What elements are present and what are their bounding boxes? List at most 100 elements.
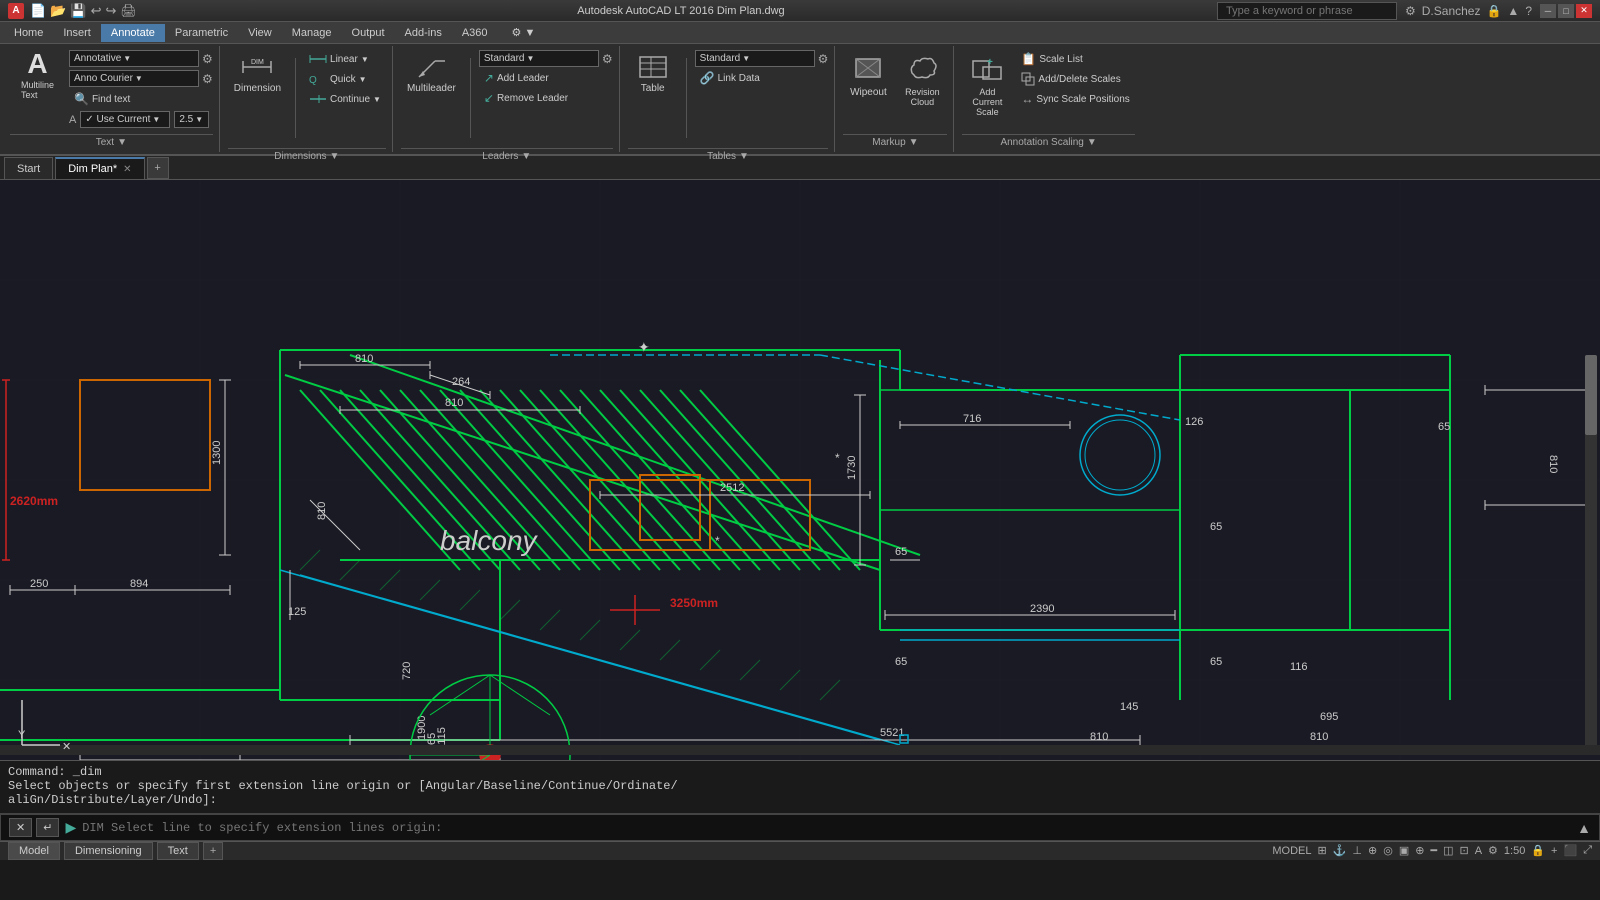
table-label: Table <box>641 83 665 94</box>
menubar: Home Insert Annotate Parametric View Man… <box>0 22 1600 44</box>
wipeout-button[interactable]: Wipeout <box>843 50 893 101</box>
snap-icon[interactable]: ⚓ <box>1333 844 1347 857</box>
wipeout-icon <box>852 53 884 85</box>
transparency-icon[interactable]: ◫ <box>1443 844 1453 857</box>
add-current-scale-button[interactable]: + AddCurrentScale <box>962 50 1012 120</box>
search-input[interactable] <box>1217 2 1397 20</box>
continue-button[interactable]: Continue ▼ <box>304 90 386 108</box>
close-button[interactable]: ✕ <box>1576 4 1592 18</box>
quick-button[interactable]: Q Quick ▼ <box>304 70 386 88</box>
style-dropdown[interactable]: Annotative ▼ <box>69 50 199 67</box>
link-data-button[interactable]: 🔗 Link Data <box>695 69 829 87</box>
dimensions-group-label[interactable]: Dimensions ▼ <box>228 148 386 164</box>
annotation-scaling-group-label[interactable]: Annotation Scaling ▼ <box>962 134 1134 150</box>
table-button[interactable]: Table <box>628 50 678 97</box>
plus-icon[interactable]: + <box>1551 845 1557 857</box>
print-icon[interactable]: 🖨 <box>120 3 137 19</box>
select-icon[interactable]: ⊡ <box>1459 844 1468 857</box>
command-text-input[interactable] <box>82 821 1571 835</box>
dwf-icon[interactable]: ⊕ <box>1415 844 1424 857</box>
linear-button[interactable]: Linear ▼ <box>304 50 386 68</box>
drawing-canvas[interactable]: 810 264 810 716 2512 1730 1300 810 250 8… <box>0 180 1600 760</box>
scale-list-button[interactable]: 📋 Scale List <box>1016 50 1134 68</box>
leaders-options-col: Standard ▼ ⚙ ↗ Add Leader ↙ Remove Leade… <box>479 50 613 107</box>
open-icon[interactable]: 📂 <box>50 3 66 19</box>
dimension-button[interactable]: DIM Dimension <box>228 50 287 97</box>
cmd-enter-button[interactable]: ↵ <box>36 818 59 837</box>
menu-addins[interactable]: Add-ins <box>395 24 452 42</box>
add-leader-button[interactable]: ↗ Add Leader <box>479 69 613 87</box>
dimensioning-tab[interactable]: Dimensioning <box>64 842 153 860</box>
menu-insert[interactable]: Insert <box>53 24 101 42</box>
cmd-cancel-button[interactable]: ✕ <box>9 818 32 837</box>
tab-dim-plan[interactable]: Dim Plan* ✕ <box>55 157 144 179</box>
new-icon[interactable]: 📄 <box>30 3 46 19</box>
lineweight-icon[interactable]: ━ <box>1430 844 1437 857</box>
leaders-group-label[interactable]: Leaders ▼ <box>401 148 613 164</box>
menu-a360[interactable]: A360 <box>452 24 498 42</box>
workspace-icon[interactable]: ⚙ <box>1488 844 1498 857</box>
3d-icon[interactable]: ▣ <box>1399 844 1409 857</box>
font-config-icon[interactable]: ⚙ <box>202 72 213 86</box>
ortho-icon[interactable]: ⊥ <box>1352 844 1362 857</box>
add-tab-button[interactable]: + <box>203 842 223 860</box>
redo-icon[interactable]: ↪ <box>105 3 116 19</box>
text-tab[interactable]: Text <box>157 842 199 860</box>
add-delete-scales-button[interactable]: Add/Delete Scales <box>1016 70 1134 88</box>
font-dropdown[interactable]: Anno Courier ▼ <box>69 70 199 87</box>
menu-parametric[interactable]: Parametric <box>165 24 238 42</box>
menu-annotate[interactable]: Annotate <box>101 24 165 42</box>
svg-text:+: + <box>987 57 993 68</box>
lock-icon[interactable]: 🔒 <box>1531 844 1545 857</box>
quick-access-toolbar: 📄 📂 💾 ↩ ↪ 🖨 <box>30 3 137 19</box>
model-tab[interactable]: Model <box>8 842 60 860</box>
continue-label: Continue <box>330 94 370 105</box>
hardware-icon[interactable]: ⬛ <box>1563 844 1577 857</box>
style-config-icon[interactable]: ⚙ <box>202 52 213 66</box>
table-config-icon[interactable]: ⚙ <box>818 52 829 66</box>
fullscreen-icon[interactable]: ⤢ <box>1583 844 1592 857</box>
menu-home[interactable]: Home <box>4 24 53 42</box>
maximize-button[interactable]: □ <box>1558 4 1574 18</box>
text-group-label[interactable]: Text ▼ <box>10 134 213 150</box>
save-icon[interactable]: 💾 <box>70 3 86 19</box>
undo-icon[interactable]: ↩ <box>91 3 102 19</box>
text-size-box[interactable]: 2.5 ▼ <box>174 111 209 128</box>
multileader-button[interactable]: Multileader <box>401 50 462 97</box>
tables-group-label[interactable]: Tables ▼ <box>628 148 829 164</box>
revision-cloud-button[interactable]: RevisionCloud <box>897 50 947 110</box>
menu-output[interactable]: Output <box>342 24 395 42</box>
menu-manage[interactable]: Manage <box>282 24 342 42</box>
quick-arrow: ▼ <box>359 75 367 84</box>
use-current-dropdown[interactable]: ✓ Use Current ▼ <box>80 111 170 128</box>
tab-add-button[interactable]: + <box>147 157 169 179</box>
leader-style-dropdown[interactable]: Standard ▼ <box>479 50 599 67</box>
svg-text:*: * <box>715 534 720 548</box>
svg-text:*: * <box>835 451 840 465</box>
polar-icon[interactable]: ⊕ <box>1368 844 1377 857</box>
minimize-button[interactable]: ─ <box>1540 4 1556 18</box>
multiline-text-label: MultilineText <box>21 80 54 100</box>
text-group-expand-icon: ▼ <box>117 137 127 148</box>
command-expand-icon[interactable]: ▲ <box>1577 820 1591 836</box>
markup-group-label[interactable]: Markup ▼ <box>843 134 947 150</box>
svg-text:716: 716 <box>963 413 981 425</box>
remove-leader-button[interactable]: ↙ Remove Leader <box>479 89 613 107</box>
tab-start[interactable]: Start <box>4 157 53 179</box>
question-icon[interactable]: ? <box>1525 4 1532 18</box>
menu-view[interactable]: View <box>238 24 282 42</box>
osnap-icon[interactable]: ◎ <box>1383 844 1393 857</box>
find-text-button[interactable]: 🔍 Find text <box>69 90 135 108</box>
multiline-text-button[interactable]: A MultilineText <box>10 50 65 100</box>
leader-config-icon[interactable]: ⚙ <box>602 52 613 66</box>
markup-expand-icon: ▼ <box>909 137 919 148</box>
sync-scale-button[interactable]: ↔ Sync Scale Positions <box>1016 90 1134 108</box>
grid-icon[interactable]: ⊞ <box>1317 844 1326 857</box>
dimension-label: Dimension <box>234 83 281 94</box>
menu-options[interactable]: ⚙ ▼ <box>502 23 546 42</box>
tab-dim-plan-close[interactable]: ✕ <box>123 164 131 175</box>
annotate-icon[interactable]: A <box>1475 845 1482 857</box>
help-icon[interactable]: ⚙ <box>1405 4 1416 18</box>
table-style-dropdown[interactable]: Standard ▼ <box>695 50 815 67</box>
svg-text:2390: 2390 <box>1030 603 1054 615</box>
